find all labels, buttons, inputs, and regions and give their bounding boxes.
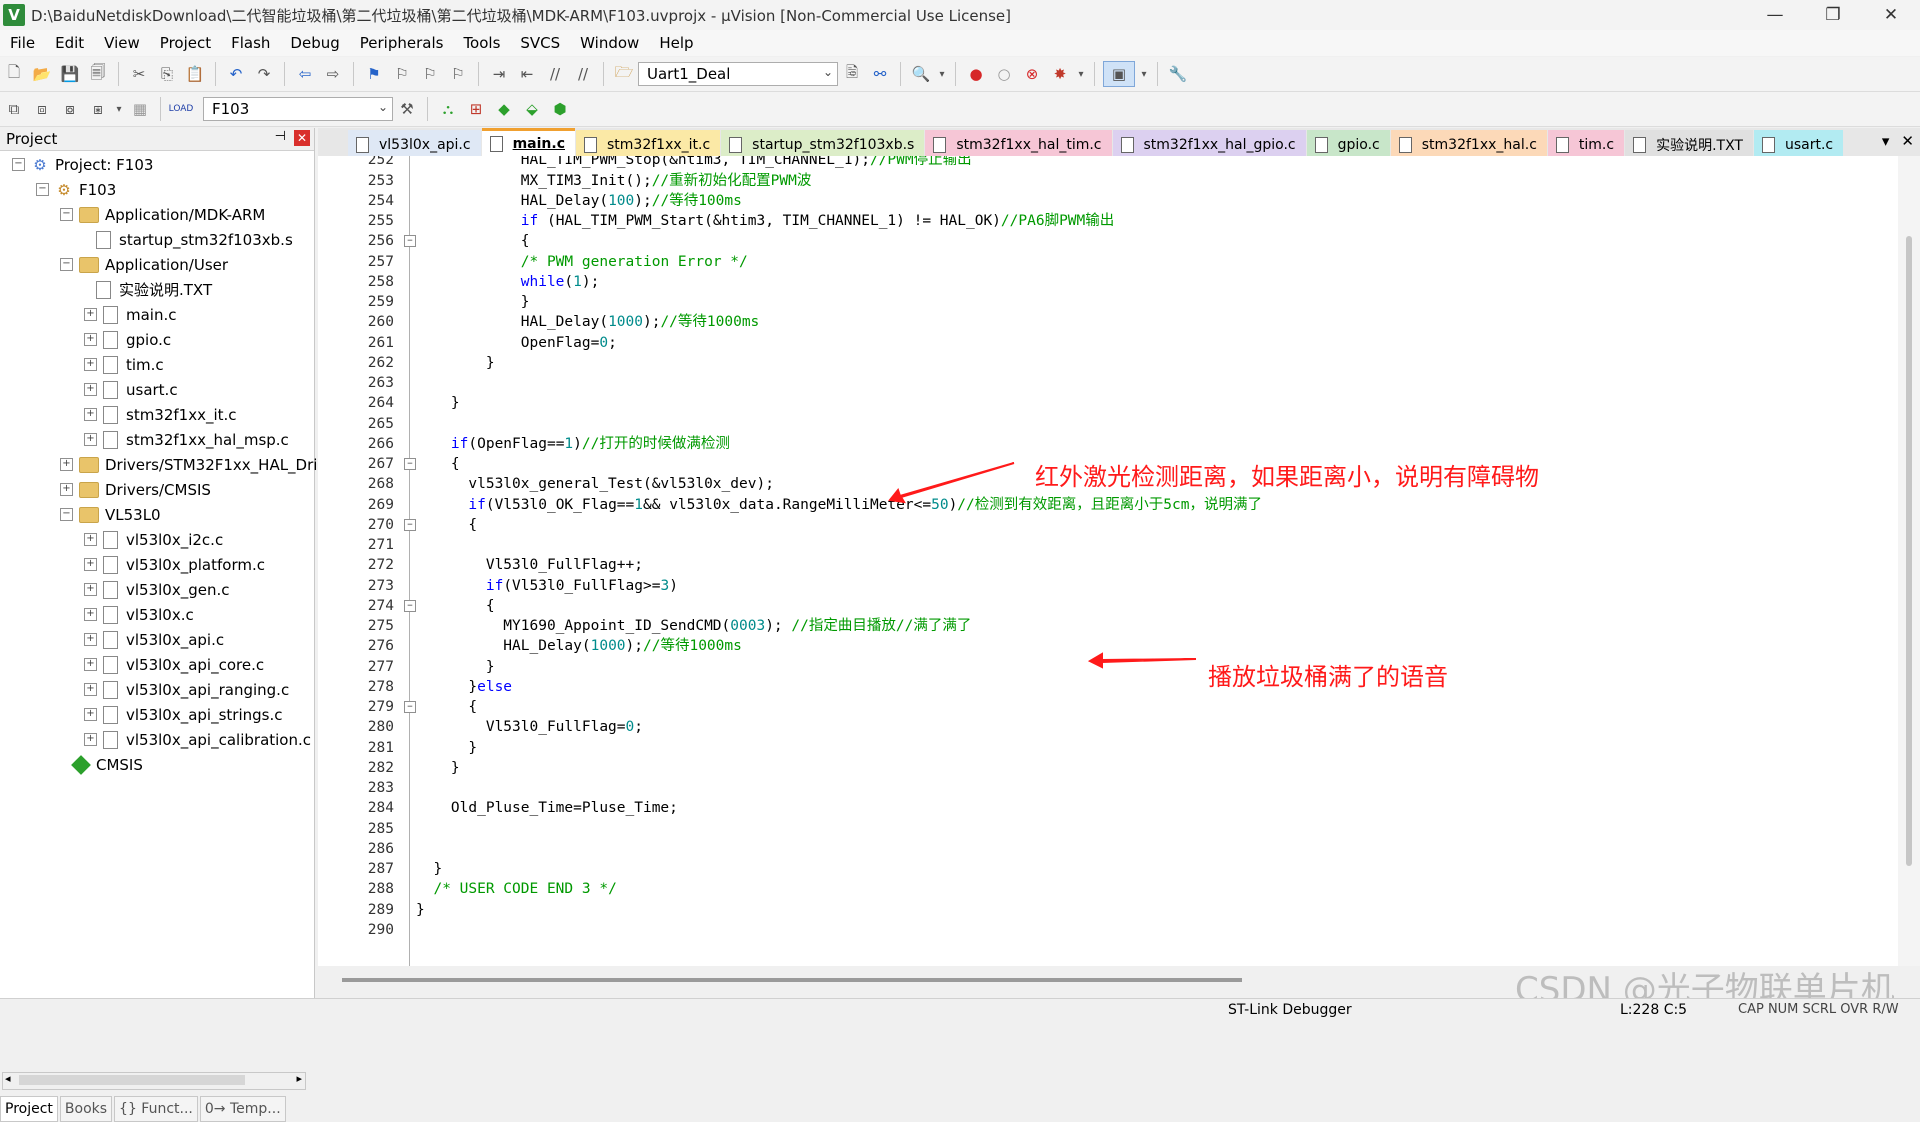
tab-books[interactable]: Books [59,1096,113,1122]
templates-tab-label: 0→ Temp... [204,1101,281,1117]
panel-bottom-tabs: Project Books {} Funct... 0→ Temp... [0,1096,314,1122]
status-bar: ST-Link Debugger L:228 C:5 CAP NUM SCRL … [0,998,1920,1021]
project-tab-label: Project [5,1101,53,1117]
cursor-position: L:228 C:5 [1620,1002,1688,1018]
functions-tab-label: {} Funct... [119,1101,193,1117]
scrollbar-thumb[interactable] [19,1075,245,1085]
books-tab-label: Books [64,1101,108,1117]
scroll-right-icon[interactable]: ▸ [296,1072,302,1085]
annotation-arrow-2 [1087,652,1197,669]
tree-horizontal-scrollbar[interactable]: ◂ ▸ [2,1072,306,1090]
annotation-arrow-1 [888,462,1015,504]
annotation-play-full-voice: 播放垃圾桶满了的语音 [1208,663,1448,691]
tab-templates[interactable]: 0→ Temp... [199,1096,286,1122]
tab-functions[interactable]: {} Funct... [114,1096,198,1122]
tab-project[interactable]: Project [0,1096,58,1122]
scroll-left-icon[interactable]: ◂ [5,1072,11,1085]
keyboard-flags: CAP NUM SCRL OVR R/W [1738,1002,1899,1017]
annotation-distance-detection: 红外激光检测距离，如果距离小，说明有障碍物 [1035,463,1539,491]
annotation-arrows [888,462,1197,669]
debugger-status: ST-Link Debugger [1228,1002,1352,1018]
